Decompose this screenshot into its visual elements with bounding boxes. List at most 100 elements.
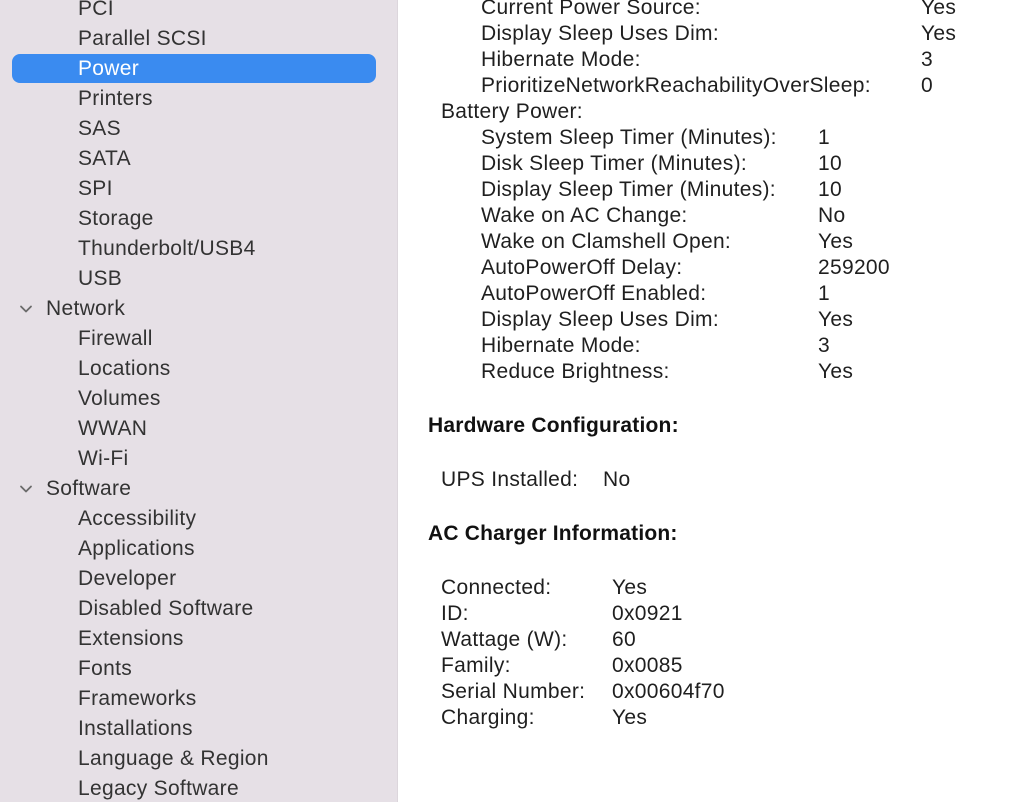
sidebar-item-label: Disabled Software	[78, 597, 254, 620]
ac-power-row-value: 0	[921, 74, 933, 97]
sidebar-item-installations[interactable]: Installations	[12, 714, 376, 743]
sidebar-item-label: Extensions	[78, 627, 184, 650]
sidebar-item-thunderbolt-usb4[interactable]: Thunderbolt/USB4	[12, 234, 376, 263]
sidebar-item-parallel-scsi[interactable]: Parallel SCSI	[12, 24, 376, 53]
battery-power-row-key: Hibernate Mode:	[481, 334, 641, 357]
battery-power-row-value: Yes	[818, 308, 854, 331]
hardware-configuration-heading: Hardware Configuration:	[428, 414, 679, 437]
sidebar-item-label: SPI	[78, 177, 113, 200]
ac-power-row-key: Hibernate Mode:	[481, 48, 641, 71]
sidebar-item-sata[interactable]: SATA	[12, 144, 376, 173]
battery-power-row-value: 259200	[818, 256, 890, 279]
battery-power-row-value: 1	[818, 282, 830, 305]
sidebar-item-printers[interactable]: Printers	[12, 84, 376, 113]
ups-installed-label: UPS Installed:	[441, 468, 579, 491]
sidebar-item-accessibility[interactable]: Accessibility	[12, 504, 376, 533]
sidebar-item-sas[interactable]: SAS	[12, 114, 376, 143]
sidebar-item-label: Installations	[78, 717, 193, 740]
sidebar-item-label: Fonts	[78, 657, 133, 680]
sidebar-item-label: Power	[78, 57, 140, 80]
sidebar-item-label: Applications	[78, 537, 195, 560]
sidebar-item-storage[interactable]: Storage	[12, 204, 376, 233]
battery-power-row-key: AutoPowerOff Delay:	[481, 256, 683, 279]
charger-row-value: Yes	[612, 576, 648, 599]
system-information-window: PCI Parallel SCSI Power Printers SAS SATA SPI S…	[0, 0, 1016, 802]
sidebar: PCI Parallel SCSI Power Printers SAS SATA SPI S…	[0, 0, 398, 802]
charger-row-value: 60	[612, 628, 636, 651]
ac-power-row-key: Current Power Source:	[481, 0, 701, 19]
battery-power-row-key: Reduce Brightness:	[481, 360, 670, 383]
sidebar-item-pci[interactable]: PCI	[12, 0, 376, 23]
sidebar-item-label: Parallel SCSI	[78, 27, 207, 50]
chevron-down-icon[interactable]	[19, 482, 33, 496]
sidebar-item-wwan[interactable]: WWAN	[12, 414, 376, 443]
ac-power-row-value: Yes	[921, 22, 957, 45]
ac-power-row-value: Yes	[921, 0, 957, 19]
sidebar-item-label: Developer	[78, 567, 177, 590]
sidebar-item-usb[interactable]: USB	[12, 264, 376, 293]
charger-row-key: Family:	[441, 654, 511, 677]
battery-power-row-key: Disk Sleep Timer (Minutes):	[481, 152, 747, 175]
sidebar-item-extensions[interactable]: Extensions	[12, 624, 376, 653]
sidebar-item-spi[interactable]: SPI	[12, 174, 376, 203]
sidebar-item-label: SATA	[78, 147, 131, 170]
battery-power-row-key: Display Sleep Uses Dim:	[481, 308, 719, 331]
sidebar-item-label: Language & Region	[78, 747, 269, 770]
sidebar-item-label: Thunderbolt/USB4	[78, 237, 256, 260]
sidebar-item-wi-fi[interactable]: Wi-Fi	[12, 444, 376, 473]
sidebar-item-fonts[interactable]: Fonts	[12, 654, 376, 683]
battery-power-row-value: Yes	[818, 230, 854, 253]
ac-power-row-value: 3	[921, 48, 933, 71]
ac-power-row-key: PrioritizeNetworkReachabilityOverSleep:	[481, 74, 871, 97]
battery-power-row-key: System Sleep Timer (Minutes):	[481, 126, 777, 149]
ac-power-row-key: Display Sleep Uses Dim:	[481, 22, 719, 45]
sidebar-item-locations[interactable]: Locations	[12, 354, 376, 383]
charger-row-key: ID:	[441, 602, 469, 625]
sidebar-item-label: Firewall	[78, 327, 153, 350]
battery-power-row-value: No	[818, 204, 846, 227]
sidebar-item-volumes[interactable]: Volumes	[12, 384, 376, 413]
charger-row-key: Charging:	[441, 706, 535, 729]
battery-power-row-value: 10	[818, 178, 842, 201]
charger-row-key: Connected:	[441, 576, 552, 599]
battery-power-row-value: 3	[818, 334, 830, 357]
sidebar-item-firewall[interactable]: Firewall	[12, 324, 376, 353]
battery-power-row-key: Wake on Clamshell Open:	[481, 230, 732, 253]
battery-power-row-value: 10	[818, 152, 842, 175]
sidebar-item-label: SAS	[78, 117, 121, 140]
ups-installed-value: No	[603, 468, 631, 491]
ac-charger-heading: AC Charger Information:	[428, 522, 678, 545]
sidebar-item-language-region[interactable]: Language & Region	[12, 744, 376, 773]
battery-power-row-value: Yes	[818, 360, 854, 383]
sidebar-item-label: Legacy Software	[78, 777, 239, 800]
battery-power-row-value: 1	[818, 126, 830, 149]
sidebar-item-label: Storage	[78, 207, 154, 230]
sidebar-item-applications[interactable]: Applications	[12, 534, 376, 563]
sidebar-item-label: Wi-Fi	[78, 447, 129, 470]
battery-power-row-key: AutoPowerOff Enabled:	[481, 282, 707, 305]
charger-row-value: 0x0085	[612, 654, 683, 677]
sidebar-item-label: WWAN	[78, 417, 148, 440]
sidebar-item-frameworks[interactable]: Frameworks	[12, 684, 376, 713]
sidebar-item-label: Locations	[78, 357, 171, 380]
charger-row-value: 0x0921	[612, 602, 683, 625]
sidebar-item-label: Volumes	[78, 387, 161, 410]
detail-pane: Current Power Source: Yes Display Sleep Us…	[398, 0, 1016, 802]
charger-row-value: Yes	[612, 706, 648, 729]
sidebar-item-developer[interactable]: Developer	[12, 564, 376, 593]
charger-row-key: Serial Number:	[441, 680, 586, 703]
sidebar-item-label: Network	[46, 297, 126, 320]
sidebar-item-label: Accessibility	[78, 507, 197, 530]
sidebar-item-power[interactable]: Power	[12, 54, 376, 83]
sidebar-item-label: Printers	[78, 87, 153, 110]
chevron-down-icon[interactable]	[19, 302, 33, 316]
battery-power-row-key: Display Sleep Timer (Minutes):	[481, 178, 776, 201]
battery-power-heading: Battery Power:	[441, 100, 583, 123]
sidebar-item-label: PCI	[78, 0, 114, 20]
sidebar-item-label: Frameworks	[78, 687, 197, 710]
sidebar-item-network[interactable]: Network	[12, 294, 376, 323]
sidebar-item-legacy-software[interactable]: Legacy Software	[12, 774, 376, 802]
sidebar-item-disabled-software[interactable]: Disabled Software	[12, 594, 376, 623]
sidebar-item-label: USB	[78, 267, 123, 290]
sidebar-item-software[interactable]: Software	[12, 474, 376, 503]
